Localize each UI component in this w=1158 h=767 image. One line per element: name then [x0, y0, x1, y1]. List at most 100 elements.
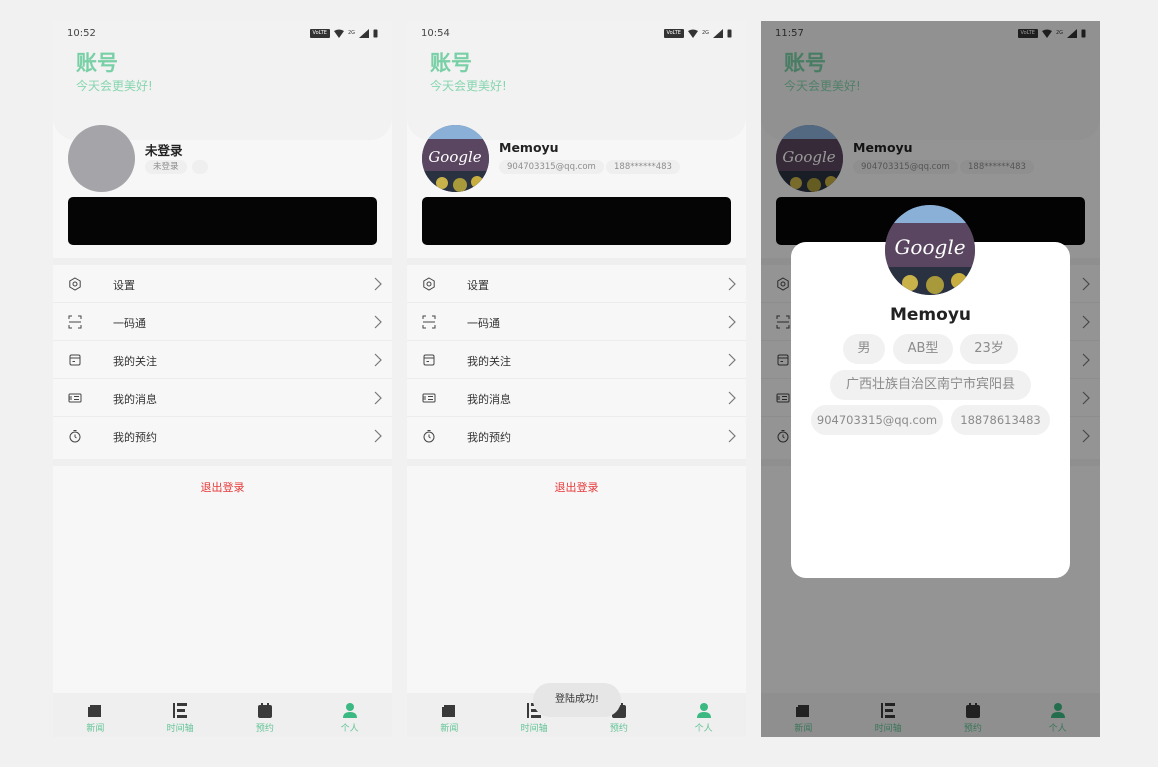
- person-icon: [342, 703, 357, 718]
- status-time: 10:52: [67, 28, 96, 39]
- profile-chip-email: 904703315@qq.com: [499, 160, 604, 174]
- tab-label: 预约: [609, 724, 628, 734]
- blood-type-chip: AB型: [893, 334, 953, 364]
- banner-card[interactable]: [68, 197, 377, 245]
- menu-item-label: 我的预约: [113, 431, 157, 444]
- profile-name[interactable]: 未登录: [145, 140, 183, 159]
- gender-chip: 男: [843, 334, 885, 364]
- chevron-right-icon: [728, 429, 736, 443]
- age-chip: 23岁: [960, 334, 1018, 364]
- logout-button[interactable]: 退出登录: [53, 479, 392, 495]
- menu-item-follow[interactable]: 我的关注: [407, 341, 746, 379]
- timer-icon: [69, 430, 81, 443]
- banner-card[interactable]: [422, 197, 731, 245]
- status-bar: 10:52 VoLTE 2G: [53, 21, 392, 45]
- avatar-placeholder[interactable]: [68, 125, 135, 192]
- news-icon: [442, 705, 456, 717]
- status-bar: 10:54 VoLTE 2G: [407, 21, 746, 45]
- chevron-right-icon: [728, 391, 736, 405]
- profile-chip-phone: 188******483: [606, 160, 680, 174]
- tab-label: 时间轴: [166, 724, 194, 734]
- page-subtitle: 今天会更美好!: [76, 79, 153, 93]
- volte-icon: VoLTE: [309, 28, 330, 38]
- menu-list: 设置 一码通 我的关注 我的消息 我的预约: [53, 265, 392, 455]
- tab-label: 时间轴: [520, 724, 548, 734]
- section-divider: [407, 258, 746, 265]
- tab-label: 新闻: [86, 724, 105, 734]
- person-icon: [696, 703, 711, 718]
- menu-item-messages[interactable]: 我的消息: [53, 379, 392, 417]
- tab-news[interactable]: 新闻: [53, 693, 138, 737]
- scan-icon: [68, 315, 82, 329]
- menu-item-settings[interactable]: 设置: [53, 265, 392, 303]
- toast-message: 登陆成功!: [533, 683, 621, 717]
- profile-chip-phone: [192, 160, 208, 174]
- timer-icon: [423, 430, 435, 443]
- menu-item-follow[interactable]: 我的关注: [53, 341, 392, 379]
- tab-personal[interactable]: 个人: [307, 693, 392, 737]
- profile-name[interactable]: Memoyu: [499, 140, 559, 155]
- signal-icon: [713, 28, 723, 38]
- tab-news[interactable]: 新闻: [407, 693, 492, 737]
- phone-chip: 18878613483: [951, 405, 1050, 435]
- logout-button[interactable]: 退出登录: [407, 479, 746, 495]
- menu-item-messages[interactable]: 我的消息: [407, 379, 746, 417]
- modal-avatar: Google: [885, 205, 975, 295]
- menu-item-label: 设置: [467, 279, 489, 292]
- chevron-right-icon: [728, 277, 736, 291]
- follow-icon: [69, 354, 81, 366]
- status-icons: VoLTE 2G: [663, 28, 732, 38]
- tab-personal[interactable]: 个人: [661, 693, 746, 737]
- modal-name: Memoyu: [889, 305, 972, 325]
- section-divider: [53, 258, 392, 265]
- signal-icon: [359, 28, 369, 38]
- menu-item-label: 我的消息: [467, 393, 511, 406]
- page-title: 账号: [430, 51, 472, 75]
- page-subtitle: 今天会更美好!: [430, 79, 507, 93]
- svg-text:Google: Google: [894, 235, 965, 259]
- phone-screen-logged-out: 账号 今天会更美好! 10:52 VoLTE 2G 未登录 未登录 设置 一码通: [53, 21, 392, 737]
- phone-screen-profile-dialog: 账号 今天会更美好! 11:57 VoLTE 2G Google Memoyu …: [761, 21, 1100, 737]
- chevron-right-icon: [728, 315, 736, 329]
- message-icon: [422, 393, 436, 403]
- status-icons: VoLTE 2G: [309, 28, 378, 38]
- tab-label: 新闻: [440, 724, 459, 734]
- tab-appointment[interactable]: 预约: [223, 693, 308, 737]
- wifi-icon: [333, 29, 344, 38]
- wifi-icon: [687, 29, 698, 38]
- page-title: 账号: [76, 51, 118, 75]
- scan-icon: [422, 315, 436, 329]
- menu-item-settings[interactable]: 设置: [407, 265, 746, 303]
- section-divider: [53, 459, 392, 466]
- chevron-right-icon: [374, 353, 382, 367]
- menu-item-appointments[interactable]: 我的预约: [53, 417, 392, 455]
- chevron-right-icon: [374, 429, 382, 443]
- google-building-photo: Google: [422, 125, 489, 192]
- network-type-icon: 2G: [701, 29, 709, 36]
- menu-item-label: 设置: [113, 279, 135, 292]
- status-time: 10:54: [421, 28, 450, 39]
- follow-icon: [423, 354, 435, 366]
- phone-screen-logged-in: 账号 今天会更美好! 10:54 VoLTE 2G Google Memoyu …: [407, 21, 746, 737]
- settings-hex-icon: [69, 277, 81, 291]
- avatar[interactable]: Google: [422, 125, 489, 192]
- chevron-right-icon: [728, 353, 736, 367]
- settings-hex-icon: [423, 277, 435, 291]
- tab-timeline[interactable]: 时间轴: [138, 693, 223, 737]
- chevron-right-icon: [374, 315, 382, 329]
- menu-item-label: 我的预约: [467, 431, 511, 444]
- menu-item-appointments[interactable]: 我的预约: [407, 417, 746, 455]
- menu-item-code[interactable]: 一码通: [53, 303, 392, 341]
- menu-item-label: 我的消息: [113, 393, 157, 406]
- menu-item-label: 一码通: [467, 317, 500, 330]
- svg-text:Google: Google: [428, 148, 481, 166]
- timeline-icon: [173, 703, 188, 718]
- menu-item-label: 一码通: [113, 317, 146, 330]
- message-icon: [68, 393, 82, 403]
- menu-item-code[interactable]: 一码通: [407, 303, 746, 341]
- battery-icon: [373, 29, 378, 37]
- google-building-photo: Google: [885, 205, 975, 295]
- chevron-right-icon: [374, 277, 382, 291]
- email-chip: 904703315@qq.com: [811, 405, 943, 435]
- menu-list: 设置 一码通 我的关注 我的消息 我的预约: [407, 265, 746, 455]
